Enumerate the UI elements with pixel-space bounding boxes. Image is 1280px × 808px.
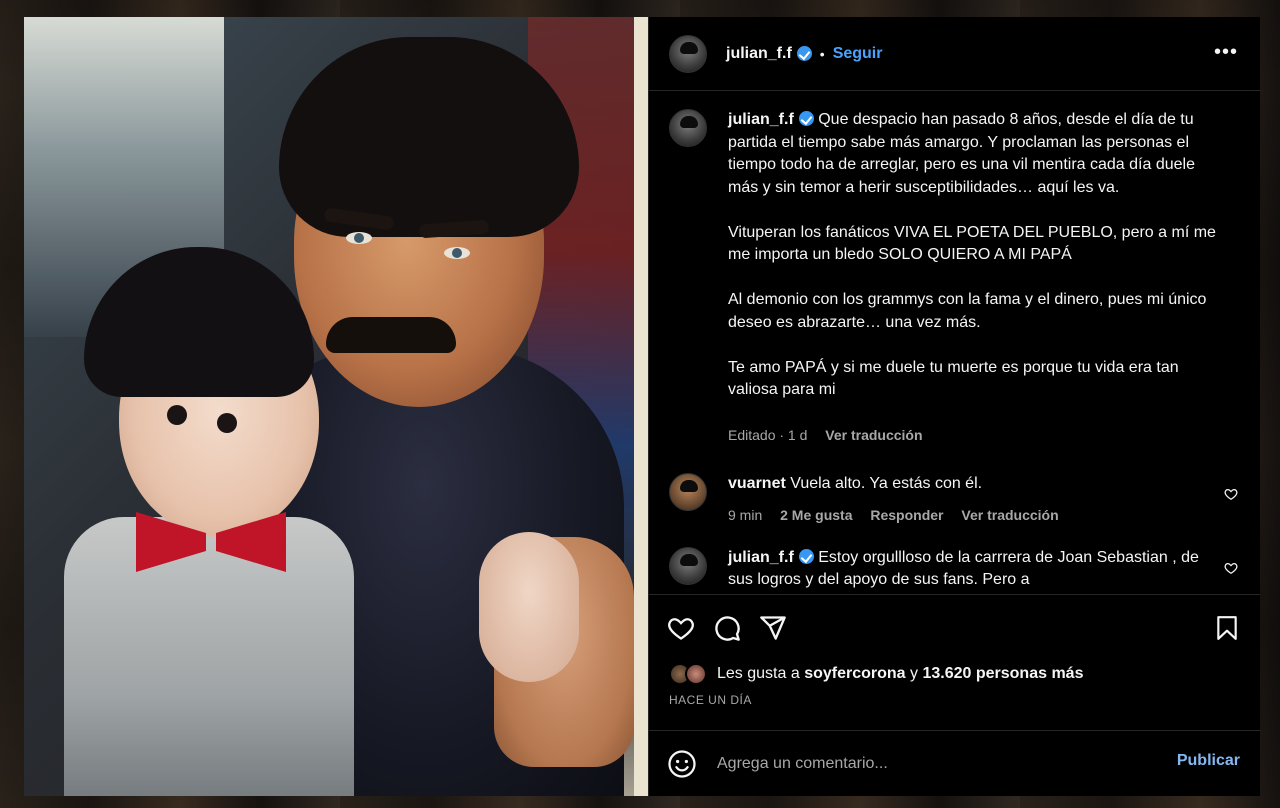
commenter-avatar[interactable]: [669, 472, 707, 511]
avatar: [685, 663, 707, 685]
caption-paragraph-1: Que despacio han pasado 8 años, desde el…: [728, 111, 1195, 196]
more-icon[interactable]: •••: [1214, 41, 1238, 64]
others-likes-link[interactable]: 13.620 personas más: [922, 665, 1083, 683]
comment-text: Vuela alto. Ya estás con él.: [790, 474, 983, 492]
comment-heart-icon[interactable]: [1224, 487, 1238, 501]
see-translation-link[interactable]: Ver traducción: [825, 427, 922, 443]
post-actions: [649, 595, 1260, 661]
heart-icon[interactable]: [667, 614, 695, 642]
comment-translate-link[interactable]: Ver traducción: [961, 507, 1058, 523]
share-icon[interactable]: [759, 614, 787, 642]
author-avatar[interactable]: [669, 34, 707, 73]
likes-summary: Les gusta a soyfercorona y 13.620 person…: [649, 661, 1260, 687]
comment-input[interactable]: [717, 754, 1137, 773]
separator-dot: •: [819, 45, 825, 62]
comment-item: vuarnet Vuela alto. Ya estás con él. 9 m…: [669, 472, 1240, 527]
caption-meta: Editado · 1 d Ver traducción: [728, 424, 1228, 447]
post-caption: julian_f.f Que despacio han pasado 8 año…: [669, 109, 1240, 447]
bowtie: [136, 507, 286, 587]
commenter-username[interactable]: julian_f.f: [728, 549, 794, 566]
caption-username[interactable]: julian_f.f: [728, 111, 794, 128]
liker-username[interactable]: soyfercorona: [804, 665, 905, 683]
comment-meta: 9 min 2 Me gusta Responder Ver traducció…: [728, 504, 1208, 527]
comments-scroll-area[interactable]: julian_f.f Que despacio han pasado 8 año…: [649, 91, 1260, 595]
edited-label: Editado · 1 d: [728, 427, 808, 443]
post-timestamp[interactable]: HACE UN DÍA: [649, 693, 1260, 707]
verified-icon: [798, 548, 814, 564]
comment-composer: Publicar: [649, 730, 1260, 796]
follow-button[interactable]: Seguir: [833, 45, 883, 63]
post-modal: julian_f.f • Seguir ••• julian_f.f Que d…: [24, 17, 1260, 796]
comment-time: 9 min: [728, 507, 763, 523]
reply-button[interactable]: Responder: [870, 507, 943, 523]
verified-icon: [798, 111, 814, 126]
commenter-avatar[interactable]: [669, 546, 707, 585]
comment-likes[interactable]: 2 Me gusta: [780, 507, 852, 523]
liker-avatars[interactable]: [669, 663, 709, 685]
comment-item: julian_f.f Estoy orgullloso de la carrre…: [669, 546, 1240, 592]
caption-paragraph-2: Vituperan los fanáticos VIVA EL POETA DE…: [728, 223, 1216, 264]
caption-paragraph-3: Al demonio con los grammys con la fama y…: [728, 291, 1207, 331]
commenter-username[interactable]: vuarnet: [728, 475, 786, 492]
publish-button[interactable]: Publicar: [1177, 752, 1240, 770]
comment-icon[interactable]: [713, 614, 741, 642]
post-header: julian_f.f • Seguir •••: [649, 17, 1260, 91]
post-photo: [24, 17, 648, 796]
verified-icon: [796, 46, 812, 61]
bookmark-icon[interactable]: [1214, 614, 1240, 642]
caption-avatar[interactable]: [669, 109, 707, 147]
comment-heart-icon[interactable]: [1224, 561, 1238, 575]
post-panel: julian_f.f • Seguir ••• julian_f.f Que d…: [648, 17, 1260, 796]
emoji-icon[interactable]: [667, 749, 697, 779]
caption-paragraph-4: Te amo PAPÁ y si me duele tu muerte es p…: [728, 358, 1179, 399]
author-username[interactable]: julian_f.f: [726, 45, 792, 63]
